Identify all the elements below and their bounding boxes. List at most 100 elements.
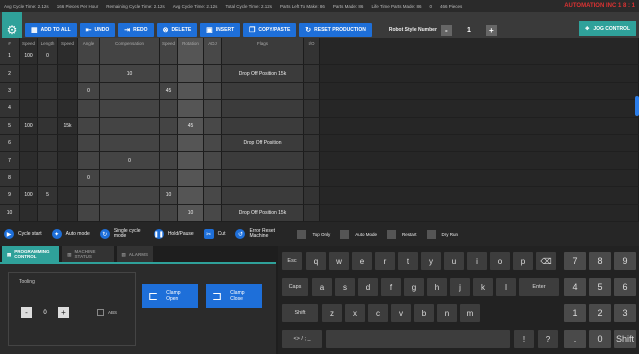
table-cell[interactable] [222, 82, 304, 100]
table-cell[interactable] [222, 48, 304, 65]
table-cell[interactable] [160, 204, 178, 221]
table-row[interactable]: 4 [0, 100, 639, 118]
table-cell[interactable] [38, 169, 58, 187]
key-q[interactable]: q [306, 252, 326, 270]
table-cell[interactable]: Drop Off Position [222, 134, 304, 152]
table-row[interactable]: 10 10 Drop Off Position 15k [0, 204, 639, 222]
table-cell[interactable]: 10 [0, 204, 20, 221]
table-cell[interactable]: 1 [0, 48, 20, 65]
table-cell[interactable]: 6 [0, 134, 20, 152]
error-reset-button[interactable]: ↺ Error Reset Machine [235, 229, 287, 239]
key-t[interactable]: t [398, 252, 418, 270]
key-e[interactable]: e [352, 252, 372, 270]
table-cell[interactable] [304, 152, 320, 169]
table-cell[interactable] [304, 204, 320, 221]
table-cell[interactable]: 7 [0, 152, 20, 169]
table-cell[interactable] [38, 134, 58, 152]
table-cell[interactable]: 15k [58, 117, 78, 134]
key-caps[interactable]: Caps [282, 278, 308, 296]
table-cell[interactable] [222, 100, 304, 117]
clamp-close-button[interactable]: ⊐ Clamp Close [206, 284, 262, 308]
table-cell[interactable]: 10 [160, 187, 178, 204]
key-g[interactable]: g [404, 278, 424, 296]
table-cell[interactable]: 9 [0, 187, 20, 204]
table-cell[interactable] [222, 169, 304, 187]
table-cell[interactable] [178, 82, 204, 100]
table-cell[interactable] [20, 169, 38, 187]
table-cell[interactable] [78, 187, 100, 204]
table-cell[interactable] [204, 117, 222, 134]
single-cycle-button[interactable]: ↻ Single cycle mode [99, 229, 144, 239]
table-cell[interactable] [58, 204, 78, 221]
table-cell[interactable] [320, 204, 639, 221]
key-p[interactable]: p [513, 252, 533, 270]
key-exclamation[interactable]: ! [514, 330, 534, 348]
table-cell[interactable]: 45 [160, 82, 178, 100]
table-cell[interactable] [100, 169, 160, 187]
table-cell[interactable] [160, 169, 178, 187]
table-cell[interactable] [204, 204, 222, 221]
table-cell[interactable] [178, 187, 204, 204]
table-cell[interactable] [320, 117, 639, 134]
table-cell[interactable]: 0 [38, 48, 58, 65]
top-only-checkbox[interactable]: Top Only [297, 229, 330, 239]
numpad-key[interactable]: 4 [564, 278, 586, 296]
table-cell[interactable] [100, 82, 160, 100]
table-cell[interactable] [204, 65, 222, 82]
numpad-key[interactable]: 2 [589, 304, 611, 322]
table-cell[interactable]: Drop Off Position 15k [222, 65, 304, 82]
numpad-key[interactable]: . [564, 330, 586, 348]
table-row[interactable]: 1 100 0 [0, 48, 639, 66]
table-cell[interactable] [304, 134, 320, 152]
table-cell[interactable] [204, 187, 222, 204]
key-m[interactable]: m [460, 304, 480, 322]
tooling-increment[interactable]: + [58, 307, 69, 318]
undo-button[interactable]: ⇤ UNDO [79, 23, 116, 37]
numpad-key[interactable]: 9 [614, 252, 636, 270]
table-cell[interactable] [38, 65, 58, 82]
tooling-decrement[interactable]: - [21, 307, 32, 318]
table-cell[interactable] [58, 82, 78, 100]
table-cell[interactable]: 45 [178, 117, 204, 134]
table-cell[interactable] [160, 134, 178, 152]
table-cell[interactable]: 100 [20, 48, 38, 65]
table-cell[interactable] [160, 152, 178, 169]
table-cell[interactable] [38, 204, 58, 221]
numpad-key[interactable]: Shift [614, 330, 636, 348]
table-cell[interactable] [100, 134, 160, 152]
table-cell[interactable] [20, 152, 38, 169]
key-b[interactable]: b [414, 304, 434, 322]
table-row[interactable]: 80 [0, 169, 639, 188]
table-cell[interactable] [58, 152, 78, 169]
table-row[interactable]: 70 [0, 152, 639, 170]
copy-paste-button[interactable]: ❐ COPY/PASTE [243, 23, 297, 37]
key-u[interactable]: u [444, 252, 464, 270]
table-cell[interactable] [204, 48, 222, 65]
key-w[interactable]: w [329, 252, 349, 270]
table-cell[interactable] [320, 134, 639, 152]
table-cell[interactable] [160, 48, 178, 65]
table-cell[interactable] [38, 100, 58, 117]
clamp-open-button[interactable]: ⊏ Clamp Open [142, 284, 198, 308]
table-cell[interactable] [78, 134, 100, 152]
table-cell[interactable]: 10 [178, 204, 204, 221]
table-cell[interactable] [160, 117, 178, 134]
table-cell[interactable] [78, 204, 100, 221]
table-cell[interactable] [204, 82, 222, 100]
table-cell[interactable]: 5 [0, 117, 20, 134]
table-cell[interactable] [100, 100, 160, 117]
cut-button[interactable]: ✂ Cut [203, 229, 225, 239]
grid-scrollbar[interactable] [635, 96, 639, 116]
numpad-key[interactable]: 5 [589, 278, 611, 296]
table-cell[interactable] [320, 100, 639, 117]
table-cell[interactable] [320, 187, 639, 204]
table-cell[interactable] [178, 48, 204, 65]
key-k[interactable]: k [473, 278, 493, 296]
table-cell[interactable] [320, 169, 639, 187]
table-cell[interactable]: 3 [0, 82, 20, 100]
key-backspace[interactable]: ⌫ [536, 252, 556, 270]
table-cell[interactable] [20, 82, 38, 100]
key-f[interactable]: f [381, 278, 401, 296]
key-j[interactable]: j [450, 278, 470, 296]
table-cell[interactable] [100, 187, 160, 204]
